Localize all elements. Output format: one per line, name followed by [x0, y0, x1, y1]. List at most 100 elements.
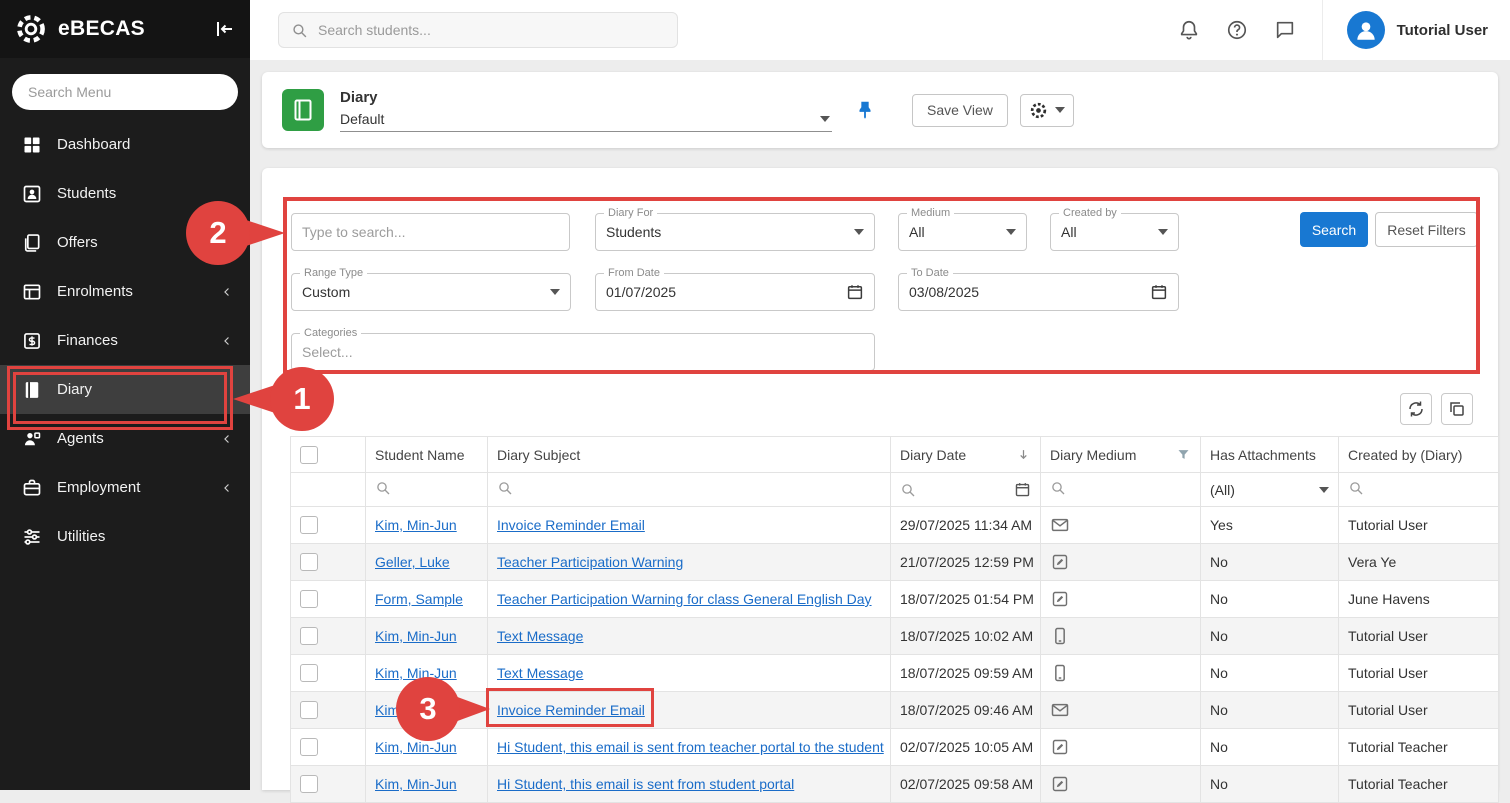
header-student-name[interactable]: Student Name — [366, 437, 488, 473]
from-date-field[interactable]: From Date 01/07/2025 — [595, 273, 875, 311]
student-name-link[interactable]: Kim, Min-Jun — [375, 739, 457, 755]
header-has-attachments[interactable]: Has Attachments — [1201, 437, 1339, 473]
sidebar-search-input[interactable] — [12, 74, 238, 110]
has-attachments-cell: No — [1201, 544, 1339, 581]
notifications-icon[interactable] — [1178, 19, 1200, 41]
sidebar-item-agents[interactable]: Agents — [0, 414, 250, 463]
select-all-checkbox[interactable] — [300, 446, 318, 464]
to-date-field[interactable]: To Date 03/08/2025 — [898, 273, 1179, 311]
row-checkbox[interactable] — [300, 553, 318, 571]
medium-select[interactable]: Medium All — [898, 213, 1027, 251]
header-diary-date[interactable]: Diary Date — [891, 437, 1041, 473]
chevron-down-icon — [1319, 487, 1329, 493]
dashboard-icon — [22, 135, 42, 155]
row-checkbox[interactable] — [300, 516, 318, 534]
sidebar-item-dashboard[interactable]: Dashboard — [0, 120, 250, 169]
row-checkbox[interactable] — [300, 775, 318, 793]
diary-subject-link[interactable]: Hi Student, this email is sent from teac… — [497, 739, 884, 755]
sidebar-item-label: Dashboard — [57, 136, 234, 153]
header-select-all[interactable] — [291, 437, 366, 473]
row-checkbox[interactable] — [300, 738, 318, 756]
filter-funnel-icon[interactable] — [1176, 447, 1191, 462]
chat-icon[interactable] — [1274, 19, 1296, 41]
pin-view-icon[interactable] — [854, 99, 876, 121]
student-name-link[interactable]: Kim, Min-Jun — [375, 665, 457, 681]
header-diary-medium[interactable]: Diary Medium — [1041, 437, 1201, 473]
student-search-box[interactable] — [278, 12, 678, 48]
sidebar-item-finances[interactable]: Finances — [0, 316, 250, 365]
help-icon[interactable] — [1226, 19, 1248, 41]
search-icon — [375, 480, 391, 496]
header-diary-subject[interactable]: Diary Subject — [488, 437, 891, 473]
row-checkbox[interactable] — [300, 701, 318, 719]
filter-student-name-cell[interactable] — [366, 473, 488, 507]
student-name-link[interactable]: Form, Sample — [375, 591, 463, 607]
filter-has-attachments-cell[interactable]: (All) — [1201, 473, 1339, 507]
sidebar-item-utilities[interactable]: Utilities — [0, 512, 250, 561]
user-avatar[interactable] — [1347, 11, 1385, 49]
diary-date-cell: 02/07/2025 10:05 AM — [891, 729, 1041, 766]
created-by-cell: Tutorial Teacher — [1339, 729, 1499, 766]
field-label: To Date — [907, 267, 953, 280]
email-medium-icon — [1050, 515, 1070, 535]
sidebar-item-diary[interactable]: Diary — [0, 365, 250, 414]
filter-search-field[interactable] — [291, 213, 570, 251]
field-label: From Date — [604, 267, 664, 280]
diary-for-select[interactable]: Diary For Students — [595, 213, 875, 251]
diary-subject-link[interactable]: Text Message — [497, 665, 583, 681]
diary-module-icon — [282, 89, 324, 131]
filter-diary-subject-cell[interactable] — [488, 473, 891, 507]
chevron-left-icon — [220, 334, 234, 348]
calendar-icon[interactable] — [846, 283, 864, 301]
student-name-link[interactable]: Kim, Min-Jun — [375, 702, 457, 718]
diary-subject-link[interactable]: Invoice Reminder Email — [497, 517, 645, 533]
header-created-by[interactable]: Created by (Diary) — [1339, 437, 1499, 473]
sidebar-item-enrolments[interactable]: Enrolments — [0, 267, 250, 316]
filter-search-input[interactable] — [302, 224, 559, 240]
search-icon — [1050, 480, 1066, 496]
sidebar-item-offers[interactable]: Offers — [0, 218, 250, 267]
field-label: Diary For — [604, 207, 657, 220]
categories-select[interactable]: Categories Select... — [291, 333, 875, 371]
student-name-link[interactable]: Kim, Min-Jun — [375, 517, 457, 533]
diary-subject-link[interactable]: Teacher Participation Warning — [497, 554, 683, 570]
created-by-select[interactable]: Created by All — [1050, 213, 1179, 251]
field-value: 03/08/2025 — [909, 284, 1142, 300]
collapse-sidebar-icon[interactable] — [212, 17, 236, 41]
search-button[interactable]: Search — [1300, 212, 1368, 247]
field-label: Medium — [907, 207, 954, 220]
filter-diary-medium-cell[interactable] — [1041, 473, 1201, 507]
header-label: Created by (Diary) — [1348, 447, 1462, 463]
student-name-link[interactable]: Geller, Luke — [375, 554, 450, 570]
sidebar-item-label: Offers — [57, 234, 234, 251]
copy-grid-button[interactable] — [1441, 393, 1473, 425]
chevron-down-icon — [820, 116, 830, 122]
row-checkbox[interactable] — [300, 627, 318, 645]
calendar-icon[interactable] — [1150, 283, 1168, 301]
save-view-button[interactable]: Save View — [912, 94, 1008, 127]
sidebar-item-employment[interactable]: Employment — [0, 463, 250, 512]
row-checkbox[interactable] — [300, 664, 318, 682]
refresh-button[interactable] — [1400, 393, 1432, 425]
student-name-link[interactable]: Kim, Min-Jun — [375, 628, 457, 644]
diary-date-cell: 18/07/2025 09:46 AM — [891, 692, 1041, 729]
student-search-input[interactable] — [318, 22, 665, 38]
view-settings-button[interactable] — [1020, 94, 1074, 127]
sort-descending-icon[interactable] — [1016, 447, 1031, 462]
search-icon — [497, 480, 513, 496]
sidebar-item-students[interactable]: Students — [0, 169, 250, 218]
range-type-select[interactable]: Range Type Custom — [291, 273, 571, 311]
reset-filters-button[interactable]: Reset Filters — [1375, 212, 1478, 247]
topbar-actions: Tutorial User — [1178, 0, 1510, 60]
user-menu[interactable]: Tutorial User — [1322, 0, 1510, 60]
diary-subject-link[interactable]: Teacher Participation Warning for class … — [497, 591, 872, 607]
diary-subject-link[interactable]: Text Message — [497, 628, 583, 644]
search-icon — [1348, 480, 1364, 496]
filter-diary-date-cell[interactable] — [891, 473, 1041, 507]
table-filter-row: (All) — [291, 473, 1499, 507]
calendar-icon[interactable] — [1014, 481, 1031, 498]
filter-created-by-cell[interactable] — [1339, 473, 1499, 507]
view-select[interactable]: Default — [340, 106, 832, 132]
row-checkbox[interactable] — [300, 590, 318, 608]
diary-subject-link[interactable]: Invoice Reminder Email — [497, 702, 645, 718]
